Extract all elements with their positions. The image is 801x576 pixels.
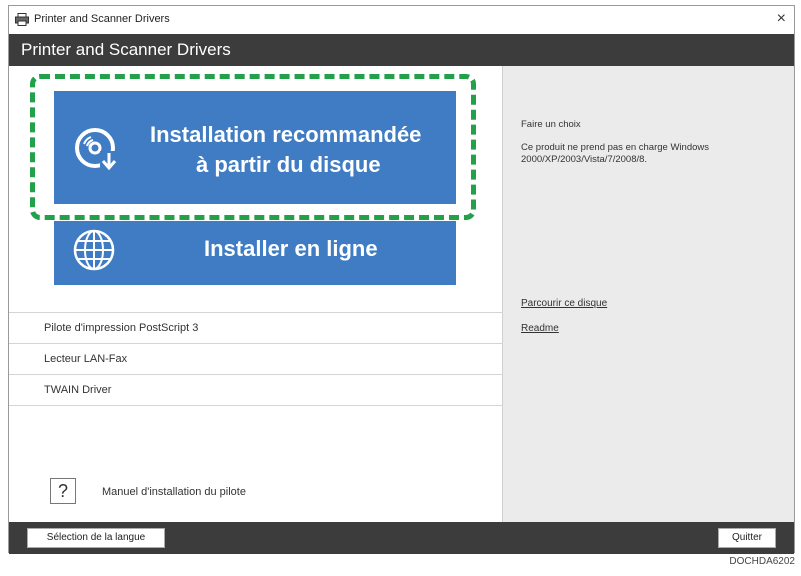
highlight-frame <box>30 74 476 220</box>
globe-icon <box>73 229 115 271</box>
app-header: Printer and Scanner Drivers <box>9 34 794 66</box>
quit-button[interactable]: Quitter <box>718 528 776 548</box>
footer-bar: Sélection de la langue Quitter <box>9 522 794 554</box>
printer-icon <box>15 13 29 26</box>
choice-prompt: Faire un choix <box>521 119 581 130</box>
list-item-postscript[interactable]: Pilote d'impression PostScript 3 <box>9 312 502 343</box>
compatibility-notice: Ce produit ne prend pas en charge Window… <box>521 142 710 165</box>
options-panel: Installation recommandée à partir du dis… <box>9 66 502 522</box>
info-panel: Faire un choix Ce produit ne prend pas e… <box>502 66 794 522</box>
browse-disk-link[interactable]: Parcourir ce disque <box>521 298 607 309</box>
title-bar: Printer and Scanner Drivers × <box>9 6 794 34</box>
install-online-label: Installer en ligne <box>204 236 378 261</box>
close-icon[interactable]: × <box>777 10 786 28</box>
help-manual-label: Manuel d'installation du pilote <box>102 486 246 498</box>
header-title: Printer and Scanner Drivers <box>21 40 231 59</box>
installer-window: Printer and Scanner Drivers × Printer an… <box>8 5 795 554</box>
help-icon[interactable]: ? <box>50 478 76 504</box>
install-online-button[interactable]: Installer en ligne <box>54 221 456 285</box>
list-item-lan-fax[interactable]: Lecteur LAN-Fax <box>9 343 502 374</box>
readme-link[interactable]: Readme <box>521 323 559 334</box>
driver-list: Pilote d'impression PostScript 3 Lecteur… <box>9 312 502 406</box>
language-selection-button[interactable]: Sélection de la langue <box>27 528 165 548</box>
figure-code: DOCHDA6202 <box>729 556 795 567</box>
list-item-twain[interactable]: TWAIN Driver <box>9 374 502 406</box>
window-title: Printer and Scanner Drivers <box>34 13 170 25</box>
